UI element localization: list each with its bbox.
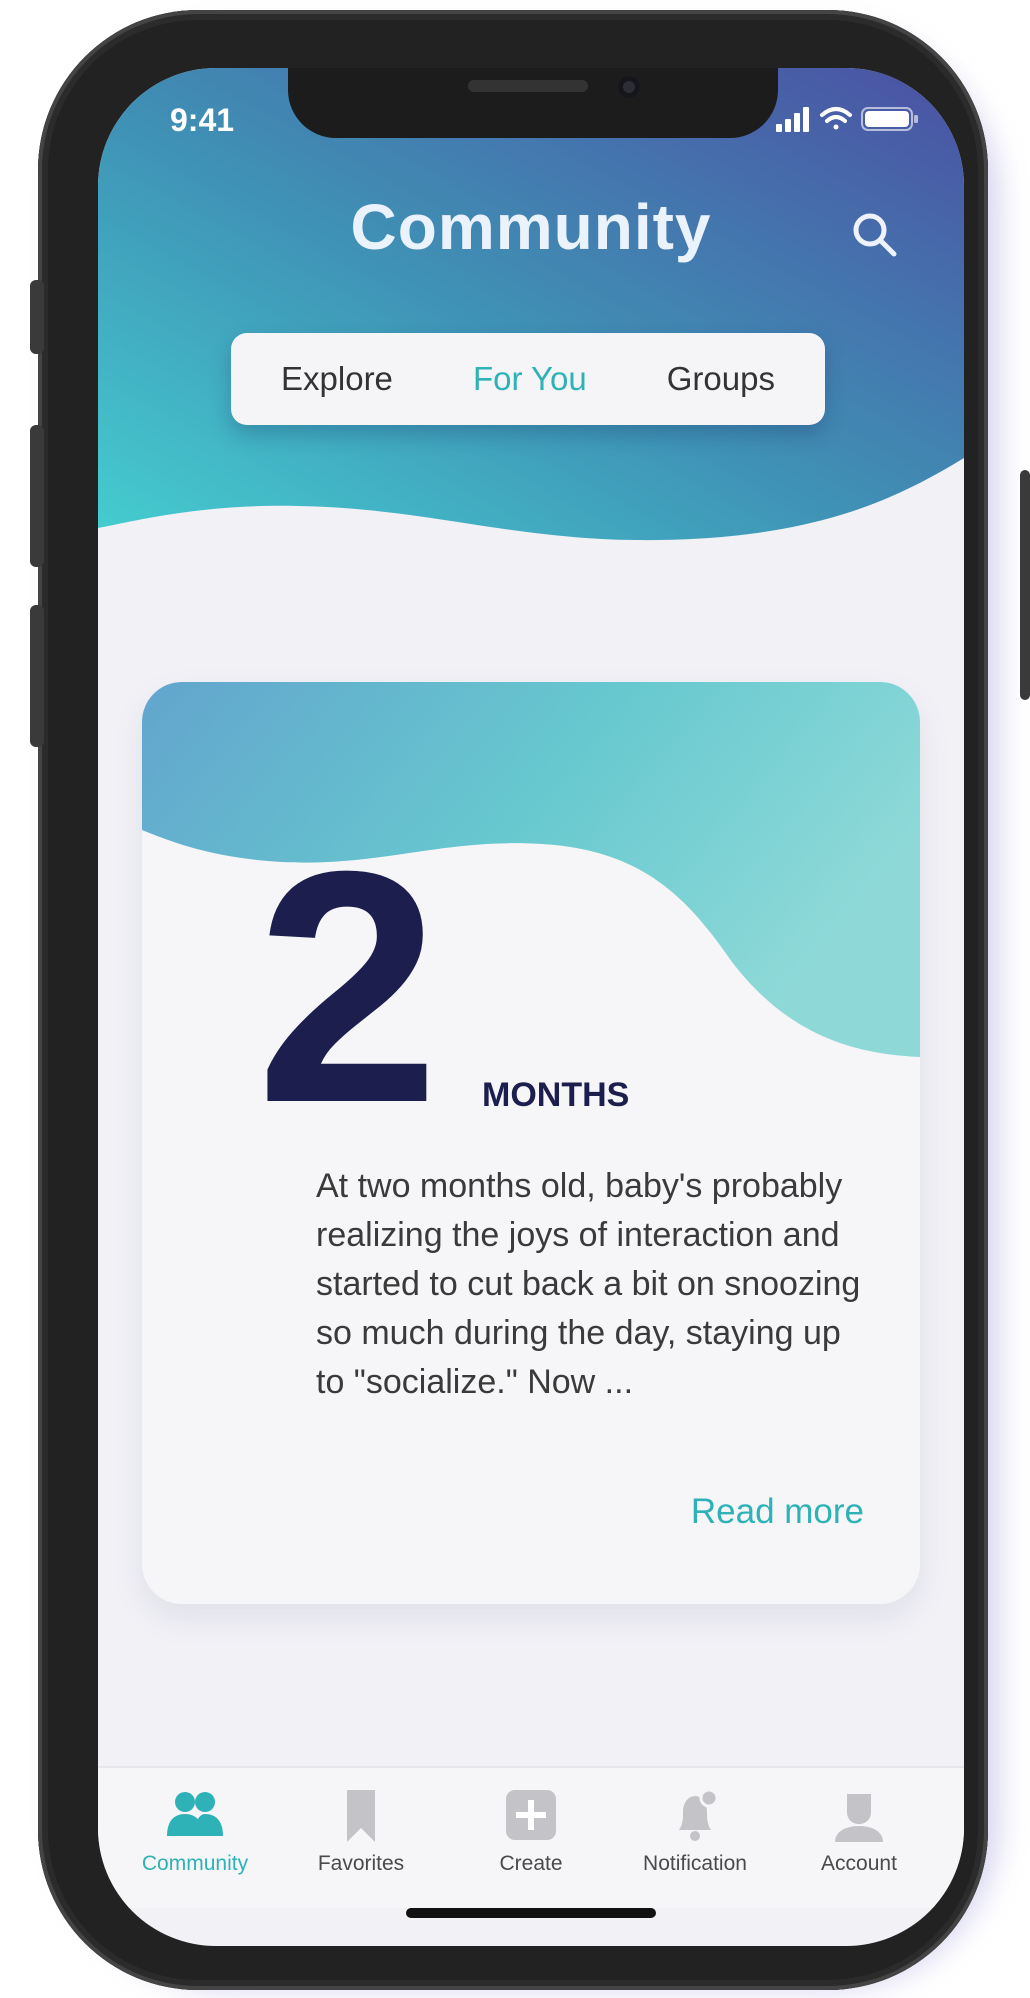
age-unit: MONTHS: [482, 1076, 630, 1114]
nav-community-label: Community: [141, 1852, 249, 1875]
mute-switch: [30, 280, 44, 354]
page-title: Community: [350, 191, 712, 263]
phone-screen: 9:41 Community Explore For You Groups 2 …: [98, 68, 964, 1946]
nav-favorites-label: Favorites: [317, 1852, 405, 1875]
front-camera: [618, 76, 640, 98]
tab-for-you[interactable]: For You: [467, 352, 593, 406]
header-background: [98, 68, 964, 541]
article-card[interactable]: 2 MONTHS At two months old, baby's proba…: [142, 682, 920, 1604]
nav-create[interactable]: Create: [456, 1788, 606, 1876]
nav-community[interactable]: Community: [120, 1788, 270, 1876]
nav-account[interactable]: Account: [784, 1788, 934, 1876]
status-time: 9:41: [170, 102, 235, 138]
tab-explore[interactable]: Explore: [275, 352, 399, 406]
power-button: [1020, 470, 1030, 700]
account-icon: [835, 1794, 883, 1842]
nav-account-label: Account: [821, 1852, 897, 1875]
volume-up-button: [30, 425, 44, 567]
search-icon[interactable]: [848, 208, 900, 260]
age-number: 2: [256, 802, 440, 1171]
article-excerpt: At two months old, baby's probably reali…: [316, 1167, 861, 1401]
bookmark-icon: [347, 1790, 375, 1842]
nav-notification-label: Notification: [643, 1852, 747, 1875]
status-icons: [776, 107, 918, 132]
segmented-control: Explore For You Groups: [231, 333, 825, 425]
bottom-nav: Community Favorites Create Notification: [98, 1766, 964, 1908]
home-indicator[interactable]: [406, 1908, 656, 1918]
speaker: [468, 80, 588, 92]
notch: [288, 68, 778, 138]
nav-notification[interactable]: Notification: [620, 1788, 770, 1876]
bell-icon: [679, 1788, 719, 1841]
signal-icon: [776, 107, 809, 132]
read-more-link[interactable]: Read more: [691, 1492, 864, 1532]
volume-down-button: [30, 605, 44, 747]
community-icon: [167, 1792, 223, 1836]
nav-favorites[interactable]: Favorites: [286, 1788, 436, 1876]
nav-create-label: Create: [499, 1852, 563, 1875]
wifi-icon: [820, 107, 852, 130]
battery-icon: [861, 107, 918, 131]
tab-groups[interactable]: Groups: [661, 352, 781, 406]
plus-icon: [506, 1790, 556, 1840]
